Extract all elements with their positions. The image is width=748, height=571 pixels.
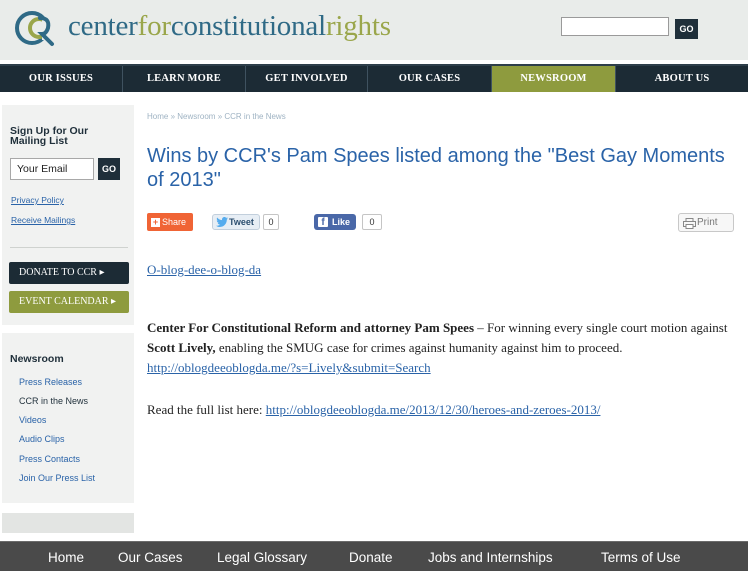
newsroom-item-press-releases[interactable]: Press Releases [19, 377, 82, 387]
print-label: Print [697, 217, 718, 228]
print-button[interactable]: Print [678, 213, 734, 232]
sidebar-bottom-panel [2, 513, 134, 533]
newsroom-item-press-contacts[interactable]: Press Contacts [19, 454, 80, 464]
like-count: 0 [362, 214, 382, 230]
share-label: Share [162, 217, 187, 227]
printer-icon [683, 218, 696, 229]
site-header: centerforconstitutionalrights GO [0, 0, 748, 60]
nav-our-cases[interactable]: OUR CASES [368, 66, 492, 92]
receive-mailings-link[interactable]: Receive Mailings [11, 215, 75, 225]
logo-text-rights: rights [325, 9, 391, 42]
tweet-label: Tweet [229, 217, 254, 227]
lively-search-link[interactable]: http://oblogdeeoblogda.me/?s=Lively&subm… [147, 360, 431, 375]
footer-home-link[interactable]: Home [48, 550, 84, 565]
article-paragraph: Center For Constitutional Reform and att… [147, 318, 747, 378]
read-full-list-text: Read the full list here: [147, 402, 266, 417]
tweet-button[interactable]: Tweet [212, 214, 260, 230]
newsroom-item-ccr-in-the-news[interactable]: CCR in the News [19, 396, 88, 406]
footer-legal-glossary-link[interactable]: Legal Glossary [217, 550, 307, 565]
para-text-1: – For winning every single court motion … [474, 320, 728, 335]
share-button[interactable]: + Share [147, 213, 193, 231]
logo-wordmark: centerforconstitutionalrights [68, 10, 391, 43]
heroes-zeroes-link[interactable]: http://oblogdeeoblogda.me/2013/12/30/her… [266, 402, 601, 417]
nav-our-issues[interactable]: OUR ISSUES [0, 66, 123, 92]
nav-about-us[interactable]: ABOUT US [616, 66, 748, 92]
main-nav: OUR ISSUES LEARN MORE GET INVOLVED OUR C… [0, 64, 748, 92]
email-go-button[interactable]: GO [98, 158, 120, 180]
footer-donate-link[interactable]: Donate [349, 550, 393, 565]
blog-link[interactable]: O-blog-dee-o-blog-da [147, 262, 261, 278]
breadcrumb[interactable]: Home » Newsroom » CCR in the News [147, 112, 286, 121]
like-label: Like [332, 217, 351, 227]
mailing-list-panel: Sign Up for Our Mailing List Your Email … [2, 105, 134, 325]
facebook-icon: f [318, 217, 328, 228]
nav-learn-more[interactable]: LEARN MORE [123, 66, 246, 92]
page-title: Wins by CCR's Pam Spees listed among the… [147, 145, 725, 191]
read-full-list-paragraph: Read the full list here: http://oblogdee… [147, 400, 747, 420]
footer-terms-link[interactable]: Terms of Use [601, 550, 681, 565]
nav-get-involved[interactable]: GET INVOLVED [246, 66, 368, 92]
ccr-logo-icon [15, 11, 62, 46]
twitter-bird-icon [216, 217, 228, 227]
footer-our-cases-link[interactable]: Our Cases [118, 550, 183, 565]
logo-text-constitutional: constitutional [170, 9, 326, 42]
logo-text-center: center [68, 9, 138, 42]
email-field[interactable]: Your Email [10, 158, 94, 180]
sidebar-divider [10, 247, 128, 248]
para-text-2: enabling the SMUG case for crimes agains… [215, 340, 623, 355]
facebook-like-button[interactable]: f Like [314, 214, 356, 230]
plus-icon: + [151, 217, 160, 227]
newsroom-item-audio-clips[interactable]: Audio Clips [19, 434, 65, 444]
signup-title: Sign Up for Our Mailing List [10, 125, 89, 147]
newsroom-item-join-press-list[interactable]: Join Our Press List [19, 473, 95, 483]
para-bold-subject: Center For Constitutional Reform and att… [147, 320, 475, 335]
nav-newsroom[interactable]: NEWSROOM [492, 66, 616, 92]
donate-button[interactable]: DONATE TO CCR ▸ [9, 262, 129, 284]
site-logo[interactable]: centerforconstitutionalrights [12, 4, 391, 50]
newsroom-panel: Newsroom Press Releases CCR in the News … [2, 333, 134, 503]
logo-text-for: for [137, 9, 171, 42]
event-calendar-button[interactable]: EVENT CALENDAR ▸ [9, 291, 129, 313]
search-input[interactable] [561, 17, 669, 36]
newsroom-title: Newsroom [10, 353, 64, 365]
privacy-policy-link[interactable]: Privacy Policy [11, 195, 64, 205]
footer-jobs-link[interactable]: Jobs and Internships [428, 550, 553, 565]
newsroom-item-videos[interactable]: Videos [19, 415, 46, 425]
site-footer: Home Our Cases Legal Glossary Donate Job… [0, 541, 748, 571]
tweet-count: 0 [263, 214, 279, 230]
para-bold-name: Scott Lively, [147, 340, 216, 355]
search-go-button[interactable]: GO [675, 19, 698, 39]
